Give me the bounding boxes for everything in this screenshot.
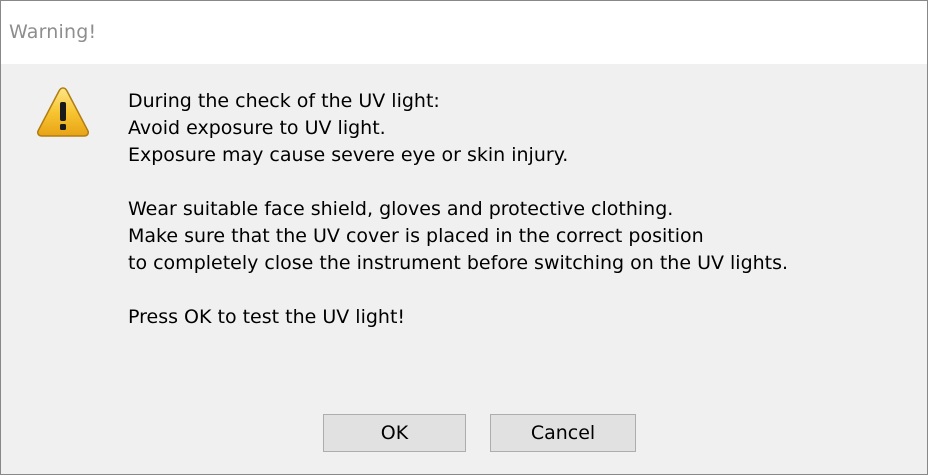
warning-dialog: Warning! During the check of the UV ligh…: [0, 0, 928, 475]
message-line: Exposure may cause severe eye or skin in…: [128, 144, 569, 166]
dialog-title: Warning!: [9, 21, 97, 43]
message-line: During the check of the UV light:: [128, 90, 440, 112]
message-line: Wear suitable face shield, gloves and pr…: [128, 198, 674, 220]
ok-button[interactable]: OK: [323, 414, 466, 452]
cancel-button-label: Cancel: [530, 422, 596, 444]
message-spacer: [128, 169, 788, 196]
dialog-message: During the check of the UV light: Avoid …: [128, 88, 788, 331]
dialog-titlebar[interactable]: Warning!: [1, 1, 927, 64]
warning-triangle-icon: [37, 87, 89, 137]
message-line: Press OK to test the UV light!: [128, 306, 406, 328]
message-line: Make sure that the UV cover is placed in…: [128, 225, 704, 247]
ok-button-label: OK: [380, 422, 409, 444]
message-line: Avoid exposure to UV light.: [128, 117, 386, 139]
message-spacer: [128, 277, 788, 304]
cancel-button[interactable]: Cancel: [490, 414, 636, 452]
message-line: to completely close the instrument befor…: [128, 252, 789, 274]
